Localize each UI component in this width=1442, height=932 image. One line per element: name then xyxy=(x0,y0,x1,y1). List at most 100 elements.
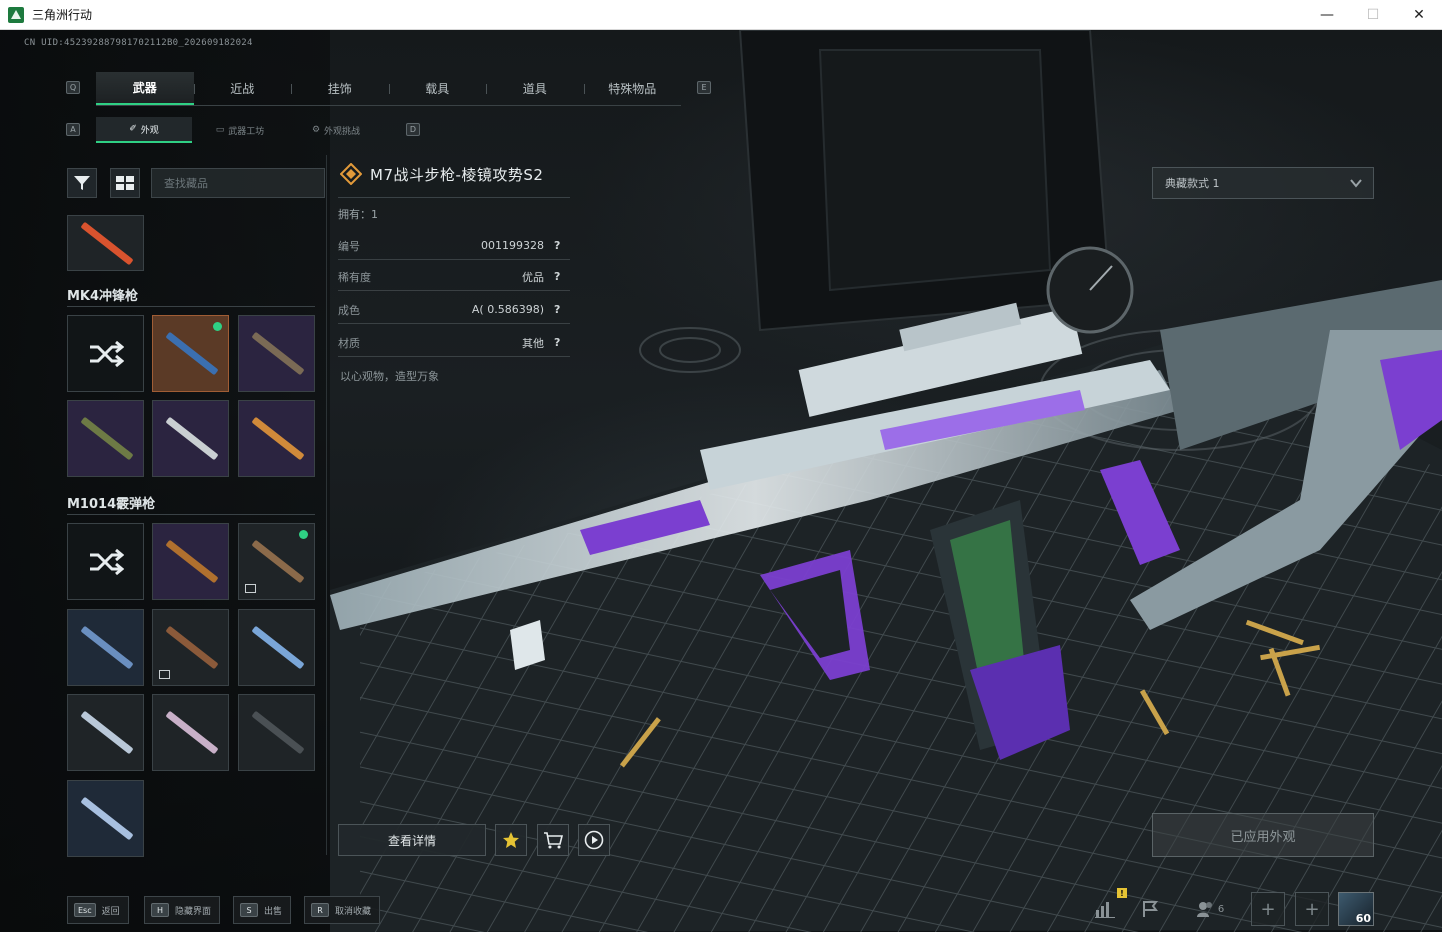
app-icon xyxy=(8,6,24,23)
key-hint: S xyxy=(240,903,258,917)
weapon-thumbnail xyxy=(80,710,134,755)
favorite-button[interactable] xyxy=(495,824,527,856)
help-icon[interactable]: ? xyxy=(554,303,570,316)
prev-subtab-key-hint[interactable]: A xyxy=(66,123,80,136)
skin-tile[interactable] xyxy=(238,609,315,686)
weapon-thumbnail xyxy=(165,416,219,461)
item-flavor-text: 以心观物，造型万象 xyxy=(340,370,439,383)
footer-back[interactable]: Esc 返回 xyxy=(67,896,129,924)
tab-charms[interactable]: 挂饰 xyxy=(291,72,389,105)
skin-tile[interactable] xyxy=(67,694,144,771)
subtab-appearance[interactable]: ✐ 外观 xyxy=(96,117,192,143)
skin-tile[interactable] xyxy=(67,215,144,271)
random-skin-tile[interactable] xyxy=(67,523,144,600)
skin-tile[interactable] xyxy=(152,694,229,771)
player-uid: CN UID:452392887981702112B0_202609182024 xyxy=(24,38,253,48)
filter-button[interactable] xyxy=(67,168,97,198)
footer-sell[interactable]: S 出售 xyxy=(233,896,292,924)
subtab-challenges[interactable]: ⚙ 外观挑战 xyxy=(288,117,384,143)
skin-tile[interactable] xyxy=(67,400,144,477)
chevron-down-icon xyxy=(1350,179,1362,188)
search-input[interactable]: 查找藏品 xyxy=(151,168,325,198)
shuffle-icon xyxy=(68,316,143,391)
maximize-button[interactable]: ☐ xyxy=(1350,0,1396,30)
apply-appearance-button[interactable]: 已应用外观 xyxy=(1152,813,1374,857)
section-title-mk4: MK4冲锋枪 xyxy=(67,289,139,304)
player-level: 60 xyxy=(1355,912,1371,925)
avatar[interactable]: 60 xyxy=(1338,892,1374,926)
skin-tile[interactable] xyxy=(238,315,315,392)
cart-icon xyxy=(544,832,563,849)
tab-special-items[interactable]: 特殊物品 xyxy=(583,72,682,105)
footer-hide-ui[interactable]: H 隐藏界面 xyxy=(144,896,221,924)
invite-slot-button[interactable]: + xyxy=(1251,892,1285,926)
skin-tile[interactable] xyxy=(238,694,315,771)
prev-tab-key-hint[interactable]: Q xyxy=(66,81,80,94)
skin-tile[interactable] xyxy=(152,609,229,686)
stats-button[interactable] xyxy=(1090,892,1120,926)
section-title-m1014: M1014霰弹枪 xyxy=(67,497,156,512)
friends-button[interactable]: 6 xyxy=(1190,892,1230,926)
attr-row-serial: 编号 001199328 ? xyxy=(338,232,570,260)
invite-slot-button[interactable]: + xyxy=(1295,892,1329,926)
key-hint: Esc xyxy=(74,903,96,917)
skin-tile[interactable] xyxy=(67,780,144,857)
category-tabs: 武器 近战 挂饰 载具 道具 特殊物品 xyxy=(96,72,681,106)
flag-button[interactable] xyxy=(1136,892,1166,926)
equipped-indicator xyxy=(299,530,308,539)
skin-tile[interactable] xyxy=(152,523,229,600)
help-icon[interactable]: ? xyxy=(554,336,570,349)
weapon-thumbnail xyxy=(80,416,134,461)
weapon-thumbnail xyxy=(251,331,305,376)
rarity-diamond-icon xyxy=(340,163,362,185)
tab-weapons[interactable]: 武器 xyxy=(96,72,194,105)
key-hint: H xyxy=(151,903,169,917)
minimize-button[interactable]: — xyxy=(1304,0,1350,30)
star-icon xyxy=(503,832,519,848)
help-icon[interactable]: ? xyxy=(554,270,570,283)
footer-label: 返回 xyxy=(101,906,120,917)
random-skin-tile[interactable] xyxy=(67,315,144,392)
shop-cart-button[interactable] xyxy=(537,824,569,856)
next-tab-key-hint[interactable]: E xyxy=(697,81,711,94)
tab-items[interactable]: 道具 xyxy=(486,72,584,105)
weapon-thumbnail xyxy=(165,539,219,584)
footer-unfavorite[interactable]: R 取消收藏 xyxy=(304,896,381,924)
sub-tabs: ✐ 外观 ▭ 武器工坊 ⚙ 外观挑战 xyxy=(96,117,384,143)
skin-tile[interactable] xyxy=(67,609,144,686)
brush-icon: ✐ xyxy=(129,124,137,134)
title-bar: 三角洲行动 — ☐ ✕ xyxy=(0,0,1442,30)
attr-row-rarity: 稀有度 优品 ? xyxy=(338,263,570,291)
flag-icon xyxy=(1143,901,1158,917)
left-panel-backdrop xyxy=(0,30,330,932)
section-divider xyxy=(67,306,315,307)
close-button[interactable]: ✕ xyxy=(1396,0,1442,30)
next-subtab-key-hint[interactable]: D xyxy=(406,123,420,136)
view-details-button[interactable]: 查看详情 xyxy=(338,824,486,856)
weapon-thumbnail xyxy=(165,625,219,670)
weapon-thumbnail xyxy=(251,416,305,461)
attr-row-wear: 成色 A( 0.586398) ? xyxy=(338,296,570,324)
owned-count: 拥有：1 xyxy=(338,208,378,221)
preset-select[interactable]: 典藏款式 1 xyxy=(1152,167,1374,199)
skin-tile[interactable] xyxy=(238,400,315,477)
help-icon[interactable]: ? xyxy=(554,239,570,252)
weapon-thumbnail xyxy=(251,625,305,670)
skin-tile[interactable] xyxy=(152,315,229,392)
filter-icon xyxy=(74,176,90,190)
skin-tile[interactable] xyxy=(238,523,315,600)
play-preview-button[interactable] xyxy=(578,824,610,856)
subtab-workshop[interactable]: ▭ 武器工坊 xyxy=(192,117,288,143)
attr-value: 优品 xyxy=(522,270,544,284)
equipped-indicator xyxy=(213,322,222,331)
gear-icon: ⚙ xyxy=(311,125,321,135)
attr-value: 001199328 xyxy=(481,239,544,252)
tab-vehicles[interactable]: 载具 xyxy=(388,72,487,105)
grid-view-button[interactable] xyxy=(110,168,140,198)
window-title: 三角洲行动 xyxy=(32,8,93,22)
bar-chart-icon xyxy=(1095,902,1115,918)
tab-melee[interactable]: 近战 xyxy=(193,72,292,105)
skin-tile[interactable] xyxy=(152,400,229,477)
subtab-challenges-label: 外观挑战 xyxy=(324,126,361,137)
image-icon xyxy=(245,584,256,593)
